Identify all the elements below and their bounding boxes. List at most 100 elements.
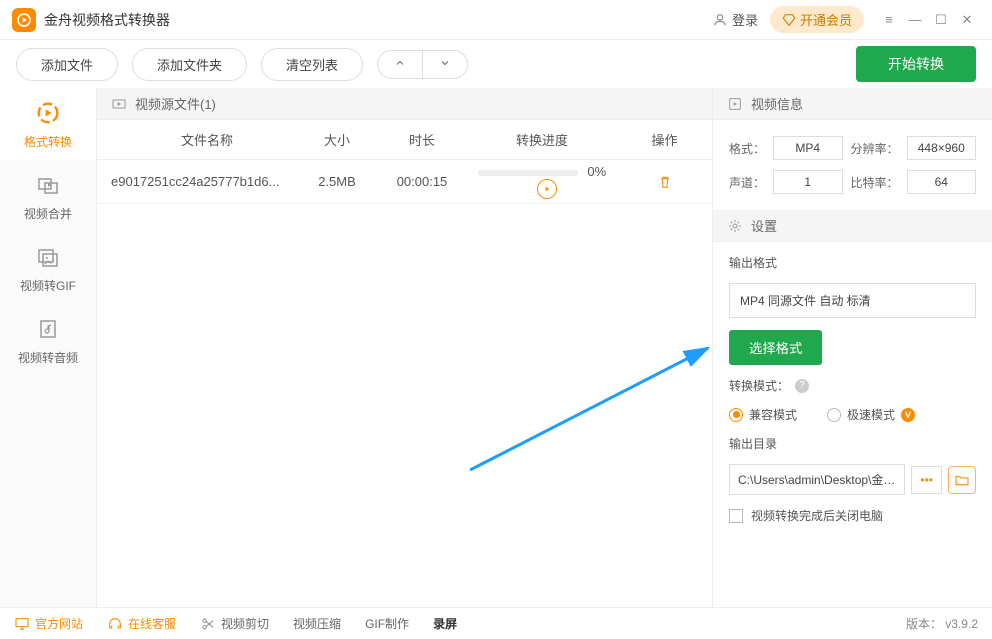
table-head: 文件名称 大小 时长 转换进度 操作 (97, 120, 712, 160)
right-panel: 视频信息 格式： MP4 分辨率： 448×960 声道： 1 比特率： 64 … (712, 88, 992, 608)
table-row[interactable]: e9017251cc24a25777b1d6... 2.5MB 00:00:15… (97, 160, 712, 204)
clear-list-button[interactable]: 清空列表 (261, 48, 363, 81)
footer-record[interactable]: 录屏 (433, 615, 457, 632)
channels-label: 声道： (729, 174, 765, 191)
sidebar-item-merge[interactable]: 视频合并 (0, 160, 96, 232)
app-logo (12, 8, 36, 32)
video-icon (111, 96, 127, 112)
mode-radio-row: 兼容模式 极速模式 V (729, 406, 976, 423)
trash-icon (657, 174, 673, 190)
move-down-button[interactable] (422, 50, 468, 79)
footer-website[interactable]: 官方网站 (14, 615, 83, 632)
move-group (377, 50, 468, 79)
sidebar-item-label: 视频转音频 (18, 349, 78, 366)
col-action: 操作 (617, 130, 712, 149)
footer-compress-label: 视频压缩 (293, 615, 341, 632)
maximize-button[interactable]: ☐ (928, 7, 954, 33)
footer: 官方网站 在线客服 视频剪切 视频压缩 GIF制作 录屏 版本： v3.9.2 (0, 607, 992, 639)
chevron-up-icon (394, 57, 406, 69)
source-header-label: 视频源文件(1) (135, 94, 216, 113)
gif-icon (34, 243, 62, 271)
footer-gif-label: GIF制作 (365, 615, 409, 632)
browse-button[interactable]: ••• (911, 466, 942, 494)
source-header: 视频源文件(1) (97, 88, 712, 120)
radio-dot (729, 408, 743, 422)
merge-icon (34, 171, 62, 199)
cell-name: e9017251cc24a25777b1d6... (97, 174, 297, 189)
vip-label: 开通会员 (800, 10, 852, 29)
radio-dot (827, 408, 841, 422)
audio-icon (34, 315, 62, 343)
output-dir-row: C:\Users\admin\Desktop\金舟视 ••• (729, 464, 976, 495)
col-duration: 时长 (377, 130, 467, 149)
delete-button[interactable] (653, 170, 677, 194)
col-name: 文件名称 (97, 130, 297, 149)
user-icon (712, 12, 728, 28)
footer-cs[interactable]: 在线客服 (107, 615, 176, 632)
headset-icon (107, 616, 123, 632)
output-format-label: 输出格式 (729, 254, 976, 271)
cell-progress: 0% (467, 164, 617, 199)
info-play-icon (727, 96, 743, 112)
format-label: 格式： (729, 140, 765, 157)
cell-duration: 00:00:15 (377, 174, 467, 189)
login-button[interactable]: 登录 (712, 10, 758, 29)
video-info-header: 视频信息 (713, 88, 992, 120)
open-folder-button[interactable] (948, 466, 976, 494)
bitrate-label: 比特率： (851, 174, 899, 191)
footer-cut-label: 视频剪切 (221, 615, 269, 632)
sidebar-item-gif[interactable]: 视频转GIF (0, 232, 96, 304)
main-panel: 视频源文件(1) 文件名称 大小 时长 转换进度 操作 e9017251cc24… (96, 88, 712, 608)
gear-icon (727, 218, 743, 234)
start-convert-button[interactable]: 开始转换 (856, 46, 976, 82)
shutdown-checkbox-row[interactable]: 视频转换完成后关闭电脑 (729, 507, 976, 524)
mode-label-row: 转换模式： ? (729, 377, 976, 394)
footer-gif[interactable]: GIF制作 (365, 615, 409, 632)
vip-button[interactable]: 开通会员 (770, 6, 864, 33)
sidebar: 格式转换 视频合并 视频转GIF 视频转音频 (0, 88, 96, 608)
footer-cut[interactable]: 视频剪切 (200, 615, 269, 632)
convert-icon (34, 99, 62, 127)
minimize-button[interactable]: — (902, 7, 928, 33)
video-info-label: 视频信息 (751, 94, 803, 113)
output-dir-input[interactable]: C:\Users\admin\Desktop\金舟视 (729, 464, 905, 495)
add-file-button[interactable]: 添加文件 (16, 48, 118, 81)
bitrate-value: 64 (907, 170, 976, 194)
resolution-label: 分辨率： (851, 140, 899, 157)
format-value: MP4 (773, 136, 842, 160)
radio-fast[interactable]: 极速模式 V (827, 406, 915, 423)
app-title: 金舟视频格式转换器 (44, 10, 170, 30)
resolution-value: 448×960 (907, 136, 976, 160)
move-up-button[interactable] (377, 50, 422, 79)
radio-compat[interactable]: 兼容模式 (729, 406, 797, 423)
add-folder-button[interactable]: 添加文件夹 (132, 48, 247, 81)
toolbar: 添加文件 添加文件夹 清空列表 开始转换 (0, 40, 992, 88)
version-label: 版本： v3.9.2 (906, 615, 978, 632)
radio-fast-label: 极速模式 (847, 406, 895, 423)
output-format-value[interactable]: MP4 同源文件 自动 标清 (729, 283, 976, 318)
cell-size: 2.5MB (297, 174, 377, 189)
col-progress: 转换进度 (467, 130, 617, 149)
channels-value: 1 (773, 170, 842, 194)
sidebar-item-audio[interactable]: 视频转音频 (0, 304, 96, 376)
scissors-icon (200, 616, 216, 632)
footer-website-label: 官方网站 (35, 615, 83, 632)
choose-format-button[interactable]: 选择格式 (729, 330, 822, 365)
radio-compat-label: 兼容模式 (749, 406, 797, 423)
checkbox[interactable] (729, 509, 743, 523)
body: 格式转换 视频合并 视频转GIF 视频转音频 视频源文件(1) 文件名称 大小 … (0, 88, 992, 608)
close-button[interactable]: ✕ (954, 7, 980, 33)
progress-text: 0% (587, 164, 606, 179)
diamond-icon (782, 13, 796, 27)
settings-header: 设置 (713, 210, 992, 242)
sidebar-item-label: 视频转GIF (20, 277, 76, 294)
menu-button[interactable]: ≡ (876, 7, 902, 33)
play-button[interactable] (537, 179, 557, 199)
footer-compress[interactable]: 视频压缩 (293, 615, 341, 632)
settings-body: 输出格式 MP4 同源文件 自动 标清 选择格式 转换模式： ? 兼容模式 极速… (713, 242, 992, 536)
monitor-icon (14, 616, 30, 632)
help-icon[interactable]: ? (795, 379, 809, 393)
settings-label: 设置 (751, 216, 777, 235)
video-info-grid: 格式： MP4 分辨率： 448×960 声道： 1 比特率： 64 (713, 120, 992, 210)
sidebar-item-format-convert[interactable]: 格式转换 (0, 88, 96, 160)
